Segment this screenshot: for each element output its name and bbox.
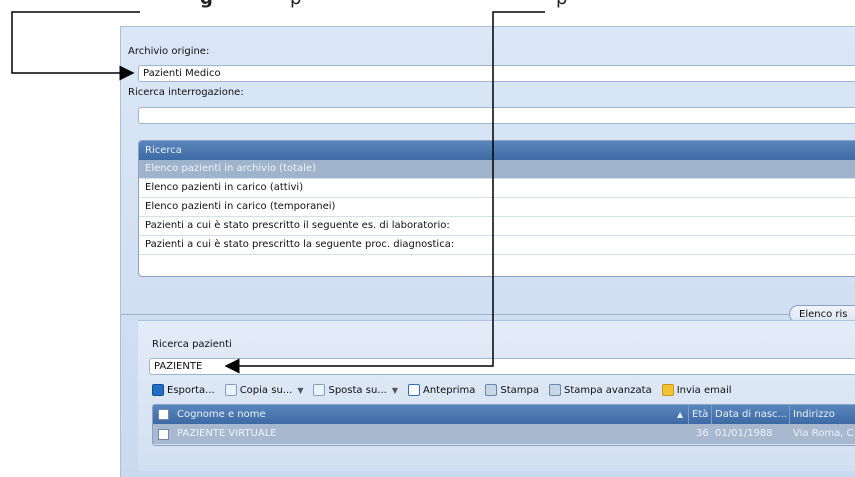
callout-arrow-archive [11,11,140,81]
callout-arrows [11,11,545,374]
callout-arrow-patient-search [224,11,545,374]
